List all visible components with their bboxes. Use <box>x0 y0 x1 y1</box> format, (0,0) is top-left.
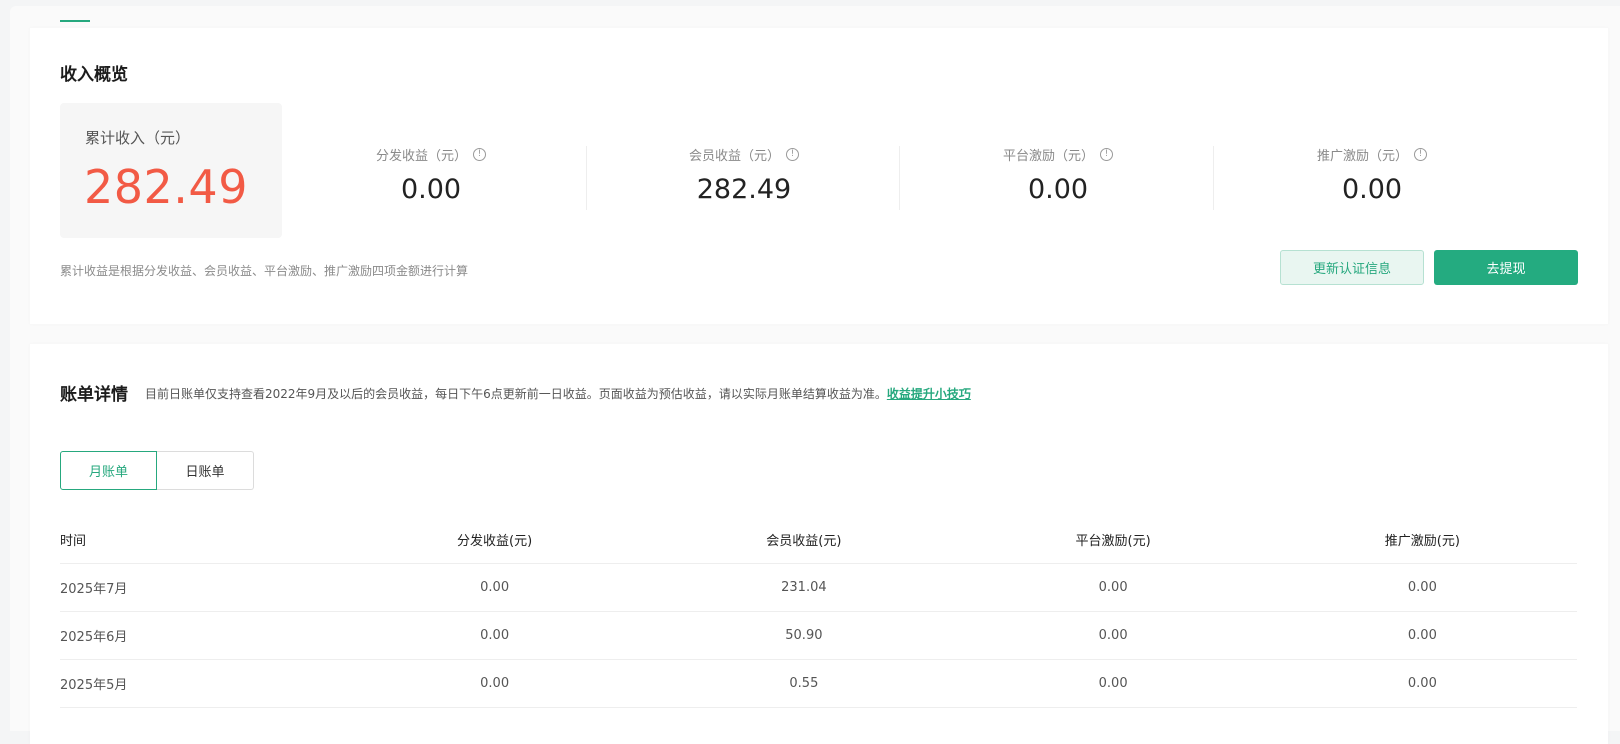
table-cell: 0.55 <box>649 659 959 708</box>
info-icon[interactable]: ! <box>1414 148 1427 161</box>
table-cell: 50.90 <box>649 611 959 660</box>
column-header: 时间 <box>60 516 340 564</box>
table-row: 2025年7月 0.00 231.04 0.00 0.00 <box>60 563 1577 612</box>
withdraw-button[interactable]: 去提现 <box>1434 250 1578 285</box>
table-cell: 0.00 <box>1267 563 1577 612</box>
table-cell: 0.00 <box>1267 659 1577 708</box>
table-cell-time: 2025年7月 <box>60 563 340 612</box>
bill-table: 时间 分发收益(元) 会员收益(元) 平台激励(元) 推广激励(元) 2025年… <box>60 516 1577 708</box>
metric-platform-incentive-label: 平台激励（元） <box>1002 149 1094 164</box>
metric-membership-label: 会员收益（元） <box>688 149 780 164</box>
income-tips-link[interactable]: 收益提升小技巧 <box>887 387 971 401</box>
column-header: 平台激励(元) <box>958 516 1268 564</box>
table-cell: 0.00 <box>340 611 650 660</box>
info-icon[interactable]: ! <box>786 148 799 161</box>
table-cell: 231.04 <box>649 563 959 612</box>
metric-platform-incentive-value: 0.00 <box>1027 174 1089 205</box>
update-certification-button[interactable]: 更新认证信息 <box>1280 250 1424 285</box>
table-header-row: 时间 分发收益(元) 会员收益(元) 平台激励(元) 推广激励(元) <box>60 516 1577 564</box>
active-tab-indicator <box>60 20 90 22</box>
metric-distribution: 分发收益（元） ! 0.00 <box>269 143 593 209</box>
metric-distribution-value: 0.00 <box>400 174 462 205</box>
metric-distribution-label: 分发收益（元） <box>375 149 467 164</box>
table-cell-time: 2025年5月 <box>60 659 340 708</box>
income-overview-card: 收入概览 累计收入（元） 282.49 分发收益（元） ! 0.00 会员收益（… <box>30 28 1608 324</box>
metric-promotion-incentive-label: 推广激励（元） <box>1316 149 1408 164</box>
metric-membership-value: 282.49 <box>696 174 792 205</box>
tab-daily-bill[interactable]: 日账单 <box>157 451 254 490</box>
bill-details-title: 账单详情 <box>60 385 128 405</box>
column-header: 推广激励(元) <box>1267 516 1577 564</box>
table-row: 2025年6月 0.00 50.90 0.00 0.00 <box>60 611 1577 660</box>
info-icon[interactable]: ! <box>473 148 486 161</box>
metric-membership: 会员收益（元） ! 282.49 <box>582 143 906 209</box>
tab-monthly-bill[interactable]: 月账单 <box>60 451 157 490</box>
bill-tabs: 月账单 日账单 <box>60 451 254 490</box>
bill-details-card: 账单详情 目前日账单仅支持查看2022年9月及以后的会员收益，每日下午6点更新前… <box>30 344 1608 744</box>
bill-details-description-text: 目前日账单仅支持查看2022年9月及以后的会员收益，每日下午6点更新前一日收益。… <box>145 387 887 401</box>
bill-details-description: 目前日账单仅支持查看2022年9月及以后的会员收益，每日下午6点更新前一日收益。… <box>145 385 971 402</box>
total-income-label: 累计收入（元） <box>85 129 191 147</box>
table-cell: 0.00 <box>1267 611 1577 660</box>
total-income-value: 282.49 <box>84 160 248 214</box>
column-header: 分发收益(元) <box>340 516 650 564</box>
income-calculation-hint: 累计收益是根据分发收益、会员收益、平台激励、推广激励四项金额进行计算 <box>60 264 469 278</box>
metric-promotion-incentive: 推广激励（元） ! 0.00 <box>1210 143 1534 209</box>
info-icon[interactable]: ! <box>1100 148 1113 161</box>
metric-promotion-incentive-value: 0.00 <box>1341 174 1403 205</box>
table-cell: 0.00 <box>958 659 1268 708</box>
column-header: 会员收益(元) <box>649 516 959 564</box>
table-cell: 0.00 <box>340 659 650 708</box>
table-cell: 0.00 <box>340 563 650 612</box>
table-cell: 0.00 <box>958 563 1268 612</box>
total-income-box: 累计收入（元） 282.49 <box>60 103 282 238</box>
table-row: 2025年5月 0.00 0.55 0.00 0.00 <box>60 659 1577 708</box>
table-cell-time: 2025年6月 <box>60 611 340 660</box>
income-overview-title: 收入概览 <box>60 65 128 85</box>
metric-platform-incentive: 平台激励（元） ! 0.00 <box>896 143 1220 209</box>
table-cell: 0.00 <box>958 611 1268 660</box>
